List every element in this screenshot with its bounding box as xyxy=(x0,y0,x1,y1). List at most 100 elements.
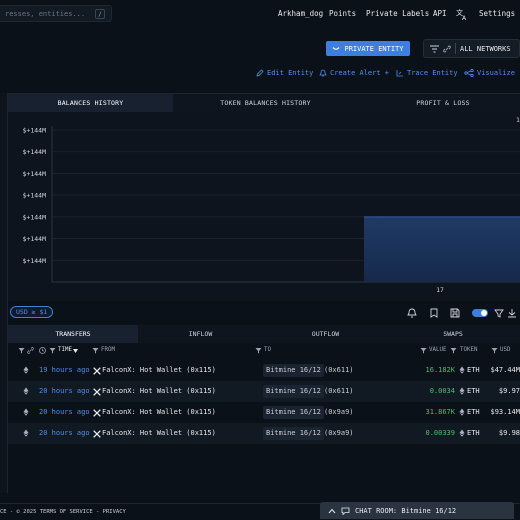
filter-icon xyxy=(430,45,439,52)
nav-settings[interactable]: Settings xyxy=(479,9,515,21)
filter-icon[interactable] xyxy=(420,347,427,354)
chevron-down-icon xyxy=(333,46,340,50)
header-time[interactable]: TIME xyxy=(58,347,72,353)
link-icon xyxy=(443,45,451,52)
tab-inflow[interactable]: INFLOW xyxy=(138,325,263,343)
y-tick-label: $+144M xyxy=(23,235,47,243)
ethereum-icon xyxy=(23,408,29,416)
chat-room-button[interactable]: CHAT ROOM: Bitmine 16/12 xyxy=(320,502,514,519)
filter-icon[interactable] xyxy=(493,307,505,319)
y-tick-label: $+144M xyxy=(23,213,47,221)
row-to-entity[interactable]: Bitmine 16/12 xyxy=(263,427,324,440)
sort-down-icon[interactable] xyxy=(73,349,78,353)
nav-user[interactable]: Arkham_dog xyxy=(278,9,323,21)
save-icon[interactable] xyxy=(449,307,461,319)
falconx-icon xyxy=(93,430,101,438)
ethereum-icon xyxy=(23,429,29,437)
falconx-icon xyxy=(93,388,101,396)
row-to-address[interactable]: (0x9a9) xyxy=(324,408,354,416)
toggle-switch[interactable] xyxy=(472,309,488,317)
row-to-entity[interactable]: Bitmine 16/12 xyxy=(263,364,324,377)
balance-area-series xyxy=(52,216,520,282)
row-time[interactable]: 20 hours ago xyxy=(39,429,90,437)
falconx-icon xyxy=(93,409,101,417)
row-from[interactable]: FalconX: Hot Wallet (0x115) xyxy=(102,387,216,395)
table-row[interactable]: 20 hours ago FalconX: Hot Wallet (0x115)… xyxy=(8,423,520,444)
row-time[interactable]: 20 hours ago xyxy=(39,408,90,416)
right-edge-label: 1 xyxy=(516,116,520,124)
search-shortcut-key: / xyxy=(95,9,105,19)
nav-api[interactable]: API xyxy=(433,9,447,21)
row-to-entity[interactable]: Bitmine 16/12 xyxy=(263,385,324,398)
trace-icon xyxy=(396,70,403,77)
table-row[interactable]: 19 hours ago FalconX: Hot Wallet (0x115)… xyxy=(8,360,520,381)
create-alert-link[interactable]: Create Alert + xyxy=(319,68,389,78)
search-input[interactable]: resses, entities... / xyxy=(0,5,112,22)
footer-links[interactable]: CE - © 2025 TERMS OF SERVICE - PRIVACY xyxy=(0,509,126,515)
header-value[interactable]: VALUE xyxy=(429,347,446,353)
row-from[interactable]: FalconX: Hot Wallet (0x115) xyxy=(102,366,216,374)
filter-icon[interactable] xyxy=(49,347,56,354)
ethereum-icon xyxy=(23,387,29,395)
balance-chart: $+144M $+144M $+144M $+144M $+144M $+144M $+14… xyxy=(23,116,520,294)
row-token[interactable]: ETH xyxy=(467,429,480,437)
tab-swaps[interactable]: SWAPS xyxy=(388,325,518,343)
row-usd: $9.97 xyxy=(498,387,520,395)
filter-icon[interactable] xyxy=(18,347,25,354)
row-value: 16.182K xyxy=(425,366,455,374)
row-to-address[interactable]: (0x611) xyxy=(324,366,354,374)
ethereum-icon xyxy=(459,408,465,416)
row-usd: $47.44M xyxy=(490,366,520,374)
private-entity-button[interactable]: PRIVATE ENTITY xyxy=(326,41,410,56)
visualize-link[interactable]: Visualize xyxy=(464,68,515,78)
download-icon[interactable] xyxy=(506,307,518,319)
divider xyxy=(455,43,456,54)
row-token[interactable]: ETH xyxy=(467,408,480,416)
filter-icon[interactable] xyxy=(92,347,99,354)
private-entity-label: PRIVATE ENTITY xyxy=(344,44,404,53)
row-to-entity[interactable]: Bitmine 16/12 xyxy=(263,406,324,419)
row-token[interactable]: ETH xyxy=(467,387,480,395)
row-token[interactable]: ETH xyxy=(467,366,480,374)
ethereum-icon xyxy=(459,387,465,395)
row-to-address[interactable]: (0x9a9) xyxy=(324,429,354,437)
row-time[interactable]: 19 hours ago xyxy=(39,366,90,374)
filter-icon[interactable] xyxy=(491,347,498,354)
edit-entity-link[interactable]: Edit Entity xyxy=(256,68,313,78)
nav-points[interactable]: Points xyxy=(329,9,356,21)
translate-icon[interactable]: 文 A xyxy=(456,8,468,20)
header-usd[interactable]: USD xyxy=(500,347,510,353)
falconx-icon xyxy=(93,367,101,375)
row-from[interactable]: FalconX: Hot Wallet (0x115) xyxy=(102,408,216,416)
tab-transfers[interactable]: TRANSFERS xyxy=(8,325,138,343)
create-alert-label: Create Alert + xyxy=(330,69,390,77)
y-tick-label: $+144M xyxy=(23,170,47,178)
row-from[interactable]: FalconX: Hot Wallet (0x115) xyxy=(102,429,216,437)
tab-outflow[interactable]: OUTFLOW xyxy=(263,325,388,343)
row-to-address[interactable]: (0x611) xyxy=(324,387,354,395)
header-from[interactable]: FROM xyxy=(101,347,115,353)
link-icon[interactable] xyxy=(27,347,34,354)
clock-icon[interactable] xyxy=(39,347,46,354)
ethereum-icon xyxy=(459,429,465,437)
table-row[interactable]: 20 hours ago FalconX: Hot Wallet (0x115)… xyxy=(8,402,520,423)
usd-filter-badge[interactable]: USD ≥ $1 xyxy=(10,306,54,318)
bookmark-icon[interactable] xyxy=(428,307,440,319)
table-tabs: TRANSFERS INFLOW OUTFLOW SWAPS xyxy=(8,325,520,343)
table-row[interactable]: 20 hours ago FalconX: Hot Wallet (0x115)… xyxy=(8,381,520,402)
row-value: 31.867K xyxy=(425,408,455,416)
network-label: ALL NETWORKS xyxy=(460,44,511,53)
bell-icon[interactable] xyxy=(406,307,418,319)
filter-icon[interactable] xyxy=(255,347,262,354)
network-selector[interactable]: ALL NETWORKS xyxy=(423,39,520,58)
nav-private-labels[interactable]: Private Labels xyxy=(366,9,429,21)
chat-icon xyxy=(341,507,350,515)
header-token[interactable]: TOKEN xyxy=(460,347,477,353)
y-tick-label: $+144M xyxy=(23,148,47,156)
row-value: 0.00339 xyxy=(425,429,455,437)
filter-icon[interactable] xyxy=(450,347,457,354)
header-to[interactable]: TO xyxy=(264,347,271,353)
y-tick-label: $+144M xyxy=(23,257,47,265)
row-time[interactable]: 20 hours ago xyxy=(39,387,90,395)
trace-entity-link[interactable]: Trace Entity xyxy=(396,68,458,78)
